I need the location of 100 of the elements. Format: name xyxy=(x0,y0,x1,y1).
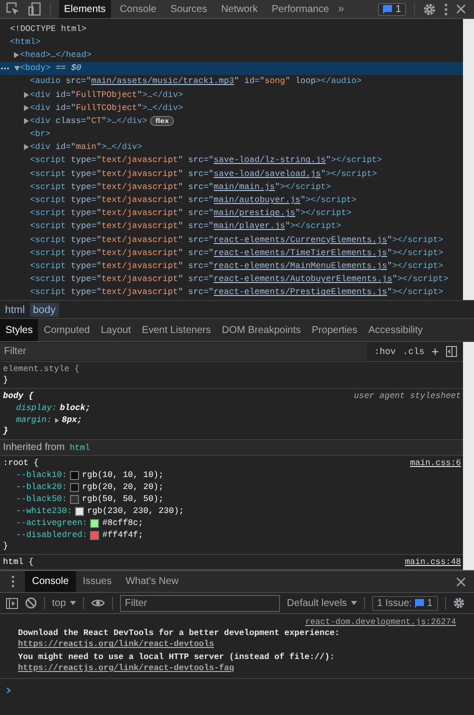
caret-right-icon[interactable] xyxy=(14,52,19,58)
file-link[interactable]: react-elements/CurrencyElements.js xyxy=(214,234,388,245)
caret-right-icon[interactable] xyxy=(24,104,29,111)
dom-tree-row[interactable]: <script type="text/javascript" src="main/autobuyer.js"></script> xyxy=(0,193,463,207)
caret-right-icon[interactable] xyxy=(54,418,59,422)
css-selector: body { xyxy=(3,391,35,401)
css-property-name: --activegreen: xyxy=(16,518,88,528)
prompt-chevron-icon[interactable] xyxy=(6,687,11,694)
file-link[interactable]: main/assets/music/track1.mp3 xyxy=(91,76,234,86)
caret-down-icon[interactable] xyxy=(14,66,20,71)
dom-tree-row[interactable]: <script type="text/javascript" src="save-load/lz-string.js"></script> xyxy=(0,154,463,168)
scrollbar[interactable] xyxy=(463,19,474,300)
drawer-tab[interactable]: Issues xyxy=(76,571,119,592)
clear-console-icon[interactable] xyxy=(25,597,37,609)
settings-icon[interactable] xyxy=(452,597,465,609)
sidebar-tab[interactable]: Layout xyxy=(95,319,136,341)
issues-button[interactable]: 1 xyxy=(378,2,406,16)
sidebar-toggle-icon[interactable] xyxy=(6,598,18,608)
caret-right-icon[interactable] xyxy=(24,118,29,124)
file-link[interactable]: save-load/saveload.js xyxy=(214,168,321,179)
inherited-link[interactable]: html xyxy=(70,442,90,452)
source-link[interactable]: main.css:6 xyxy=(410,458,461,468)
drawer-tab[interactable]: Console xyxy=(25,571,76,592)
color-swatch[interactable] xyxy=(90,518,100,528)
panel-tab[interactable]: Elements xyxy=(59,0,111,18)
caret-right-icon[interactable] xyxy=(24,92,29,98)
sidebar-tab[interactable]: Properties xyxy=(306,319,363,341)
console-link[interactable]: https://reactjs.org/link/react-devtools xyxy=(18,639,214,650)
file-link[interactable]: main/prestige.js xyxy=(214,208,296,218)
sidebar-tab[interactable]: Accessibility xyxy=(362,319,428,341)
css-property-value: rgb(20, 20, 20); xyxy=(82,482,164,492)
console-link[interactable]: https://reactjs.org/link/react-devtools-faq xyxy=(18,662,234,673)
element-code: <html> xyxy=(10,36,41,47)
file-link[interactable]: main/autobuyer.js xyxy=(214,195,300,206)
styles-filter-field[interactable]: Filter xyxy=(0,343,368,360)
file-link[interactable]: react-elements/AutobuyerElements.js xyxy=(214,274,392,284)
file-link[interactable]: save-load/lz-string.js xyxy=(214,155,326,166)
dom-tree-row[interactable]: <script type="text/javascript" src="react-elements/TimeTierElements.js"></script> xyxy=(0,246,463,260)
dom-tree-row[interactable]: <div id="FullTCObject">…</div> xyxy=(0,101,463,114)
sidebar-tab[interactable]: DOM Breakpoints xyxy=(216,319,306,341)
dom-tree-row[interactable]: <script type="text/javascript" src="save-load/saveload.js"></script> xyxy=(0,167,463,180)
inspect-icon[interactable] xyxy=(6,2,20,16)
dom-tree-row[interactable]: <script type="text/javascript" src="react-elements/AutobuyerElements.js"></script> xyxy=(0,272,463,286)
breadcrumb[interactable]: body xyxy=(30,302,59,316)
panel-tab[interactable]: Performance xyxy=(266,0,334,18)
source-link[interactable]: main.css:48 xyxy=(404,557,461,567)
file-link[interactable]: react-elements/MainMenuElements.js xyxy=(214,260,388,271)
drawer-tab[interactable]: What's New xyxy=(118,571,186,592)
dom-tree-row[interactable]: <div id="main">…</div> xyxy=(0,140,463,154)
file-link[interactable]: main/main.js xyxy=(214,182,275,192)
source-link[interactable]: react-dom.development.js:26274 xyxy=(305,617,456,627)
color-swatch[interactable] xyxy=(70,482,80,492)
color-swatch[interactable] xyxy=(70,494,80,504)
device-icon[interactable] xyxy=(28,2,42,16)
dom-tree-row[interactable]: <script type="text/javascript" src="main/player.js"></script> xyxy=(0,220,463,233)
caret-right-icon[interactable] xyxy=(24,144,29,150)
close-icon[interactable] xyxy=(456,4,466,14)
dom-tree-row[interactable]: <script type="text/javascript" src="react-elements/PrestigeElements.js"></script> xyxy=(0,286,463,299)
file-link[interactable]: react-elements/TimeTierElements.js xyxy=(214,248,388,258)
sidebar-tab[interactable]: Event Listeners xyxy=(136,319,216,341)
dom-tree-row[interactable]: <div id="FullTPObject">…</div> xyxy=(0,88,463,102)
color-swatch[interactable] xyxy=(90,530,100,540)
panel-tab[interactable]: Console xyxy=(114,0,162,18)
dom-tree-row[interactable]: <script type="text/javascript" src="main/main.js"></script> xyxy=(0,180,463,194)
sidebar-tab[interactable]: Styles xyxy=(0,319,38,341)
dom-tree-row[interactable]: <script type="text/javascript" src="react-elements/CurrencyElements.js"></script> xyxy=(0,233,463,246)
dom-tree-row[interactable]: <audio src="main/assets/music/track1.mp3" id="song" loop></audio> xyxy=(0,74,463,88)
dom-tree-row[interactable]: <head>…</head> xyxy=(0,48,463,62)
dom-tree-row[interactable]: <br> xyxy=(0,128,463,141)
dom-tree-row[interactable]: <body> == $0 xyxy=(0,62,463,75)
file-link[interactable]: react-elements/PrestigeElements.js xyxy=(214,287,388,298)
sidebar-toggle-icon[interactable] xyxy=(446,346,457,357)
scrollbar[interactable] xyxy=(463,342,474,570)
dom-tree-row[interactable]: <script type="text/javascript" src="main/prestige.js"></script> xyxy=(0,206,463,220)
context-dropdown[interactable]: top xyxy=(52,598,76,608)
more-tabs-button[interactable]: » xyxy=(338,3,344,15)
panel-tab[interactable]: Sources xyxy=(165,0,212,18)
close-icon[interactable] xyxy=(456,576,466,586)
color-swatch[interactable] xyxy=(75,506,84,516)
color-swatch[interactable] xyxy=(70,470,80,480)
more-menu-icon[interactable] xyxy=(444,2,448,16)
eye-icon[interactable] xyxy=(90,598,105,608)
panel-tab[interactable]: Network xyxy=(216,0,263,18)
message-icon xyxy=(414,598,424,608)
hover-state-button[interactable]: :hov xyxy=(374,346,396,356)
element-code: <script type="text/javascript" src="react-elements/PrestigeElements.js"></script> xyxy=(30,287,444,298)
dots-icon[interactable] xyxy=(1,66,9,70)
settings-icon[interactable] xyxy=(423,2,436,16)
issues-button[interactable]: 1 Issue: 1 xyxy=(372,596,438,610)
dom-tree-row[interactable]: <!DOCTYPE html> xyxy=(0,22,463,36)
sidebar-tab[interactable]: Computed xyxy=(38,319,96,341)
new-rule-button[interactable]: + xyxy=(431,346,439,356)
dom-tree-row[interactable]: <html> xyxy=(0,35,463,48)
dom-tree-row[interactable]: <script type="text/javascript" src="react-elements/MainMenuElements.js"></script> xyxy=(0,259,463,273)
file-link[interactable]: main/player.js xyxy=(214,221,286,232)
class-button[interactable]: .cls xyxy=(402,346,424,356)
more-menu-icon[interactable] xyxy=(11,575,15,588)
breadcrumb[interactable]: html xyxy=(2,302,28,316)
log-levels-dropdown[interactable]: Default levels xyxy=(286,598,357,608)
console-filter-field[interactable]: Filter xyxy=(120,594,280,612)
